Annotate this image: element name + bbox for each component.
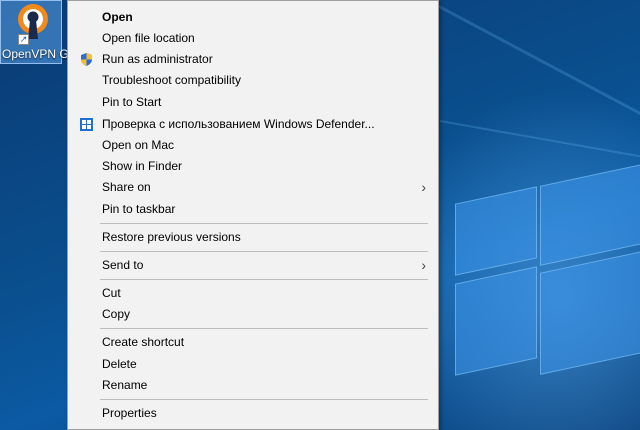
chevron-right-icon: ›	[421, 179, 426, 195]
menu-item-label: Restore previous versions	[102, 230, 241, 244]
menu-item-send-to[interactable]: Send to ›	[70, 255, 436, 276]
desktop-icon-label: OpenVPN GUI	[2, 47, 81, 61]
menu-item-label: Delete	[102, 357, 137, 371]
menu-item-label: Create shortcut	[102, 335, 185, 349]
uac-shield-icon	[81, 53, 92, 66]
context-menu: Open Open file location Run as administr…	[67, 0, 439, 430]
menu-item-label: Copy	[102, 307, 131, 321]
menu-separator	[100, 328, 428, 329]
menu-item-rename[interactable]: Rename	[70, 375, 436, 396]
menu-item-label: Send to	[102, 258, 144, 272]
menu-separator	[100, 223, 428, 224]
menu-item-troubleshoot-compatibility[interactable]: Troubleshoot compatibility	[70, 70, 436, 91]
light-beam	[428, 0, 640, 125]
window-pane	[455, 186, 537, 276]
menu-item-label: Troubleshoot compatibility	[102, 73, 241, 87]
menu-item-open[interactable]: Open	[70, 7, 436, 28]
menu-item-delete[interactable]: Delete	[70, 354, 436, 375]
window-pane	[455, 266, 537, 376]
menu-separator	[100, 251, 428, 252]
light-beam	[439, 120, 640, 161]
menu-item-label: Cut	[102, 286, 121, 300]
menu-item-cut[interactable]: Cut	[70, 283, 436, 304]
menu-item-show-in-finder[interactable]: Show in Finder	[70, 156, 436, 177]
menu-item-open-file-location[interactable]: Open file location	[70, 28, 436, 49]
menu-item-label: Open on Mac	[102, 138, 175, 152]
menu-item-share-on[interactable]: Share on ›	[70, 177, 436, 198]
menu-item-properties[interactable]: Properties	[70, 403, 436, 424]
chevron-right-icon: ›	[421, 257, 426, 273]
shortcut-arrow-icon: ↗	[18, 34, 29, 45]
menu-item-pin-to-taskbar[interactable]: Pin to taskbar	[70, 199, 436, 220]
windows-defender-icon	[80, 118, 93, 131]
menu-item-open-on-mac[interactable]: Open on Mac	[70, 135, 436, 156]
menu-item-label: Show in Finder	[102, 159, 183, 173]
menu-item-label: Share on	[102, 180, 151, 194]
menu-item-restore-previous-versions[interactable]: Restore previous versions	[70, 227, 436, 248]
menu-item-label: Open file location	[102, 31, 195, 45]
menu-item-label: Pin to Start	[102, 95, 162, 109]
menu-separator	[100, 399, 428, 400]
window-pane	[540, 164, 640, 266]
menu-item-label: Pin to taskbar	[102, 202, 176, 216]
menu-item-run-as-administrator[interactable]: Run as administrator	[70, 49, 436, 70]
menu-item-label: Проверка с использованием Windows Defend…	[102, 117, 375, 131]
menu-item-copy[interactable]: Copy	[70, 304, 436, 325]
window-pane	[540, 251, 640, 375]
desktop-icon-openvpn[interactable]: ↗ OpenVPN GUI	[0, 0, 81, 64]
menu-separator	[100, 279, 428, 280]
menu-item-windows-defender-scan[interactable]: Проверка с использованием Windows Defend…	[70, 114, 436, 135]
menu-item-label: Open	[102, 10, 133, 24]
menu-item-label: Run as administrator	[102, 52, 213, 66]
menu-item-label: Rename	[102, 378, 148, 392]
menu-item-label: Properties	[102, 406, 157, 420]
menu-item-create-shortcut[interactable]: Create shortcut	[70, 332, 436, 353]
menu-item-pin-to-start[interactable]: Pin to Start	[70, 92, 436, 113]
